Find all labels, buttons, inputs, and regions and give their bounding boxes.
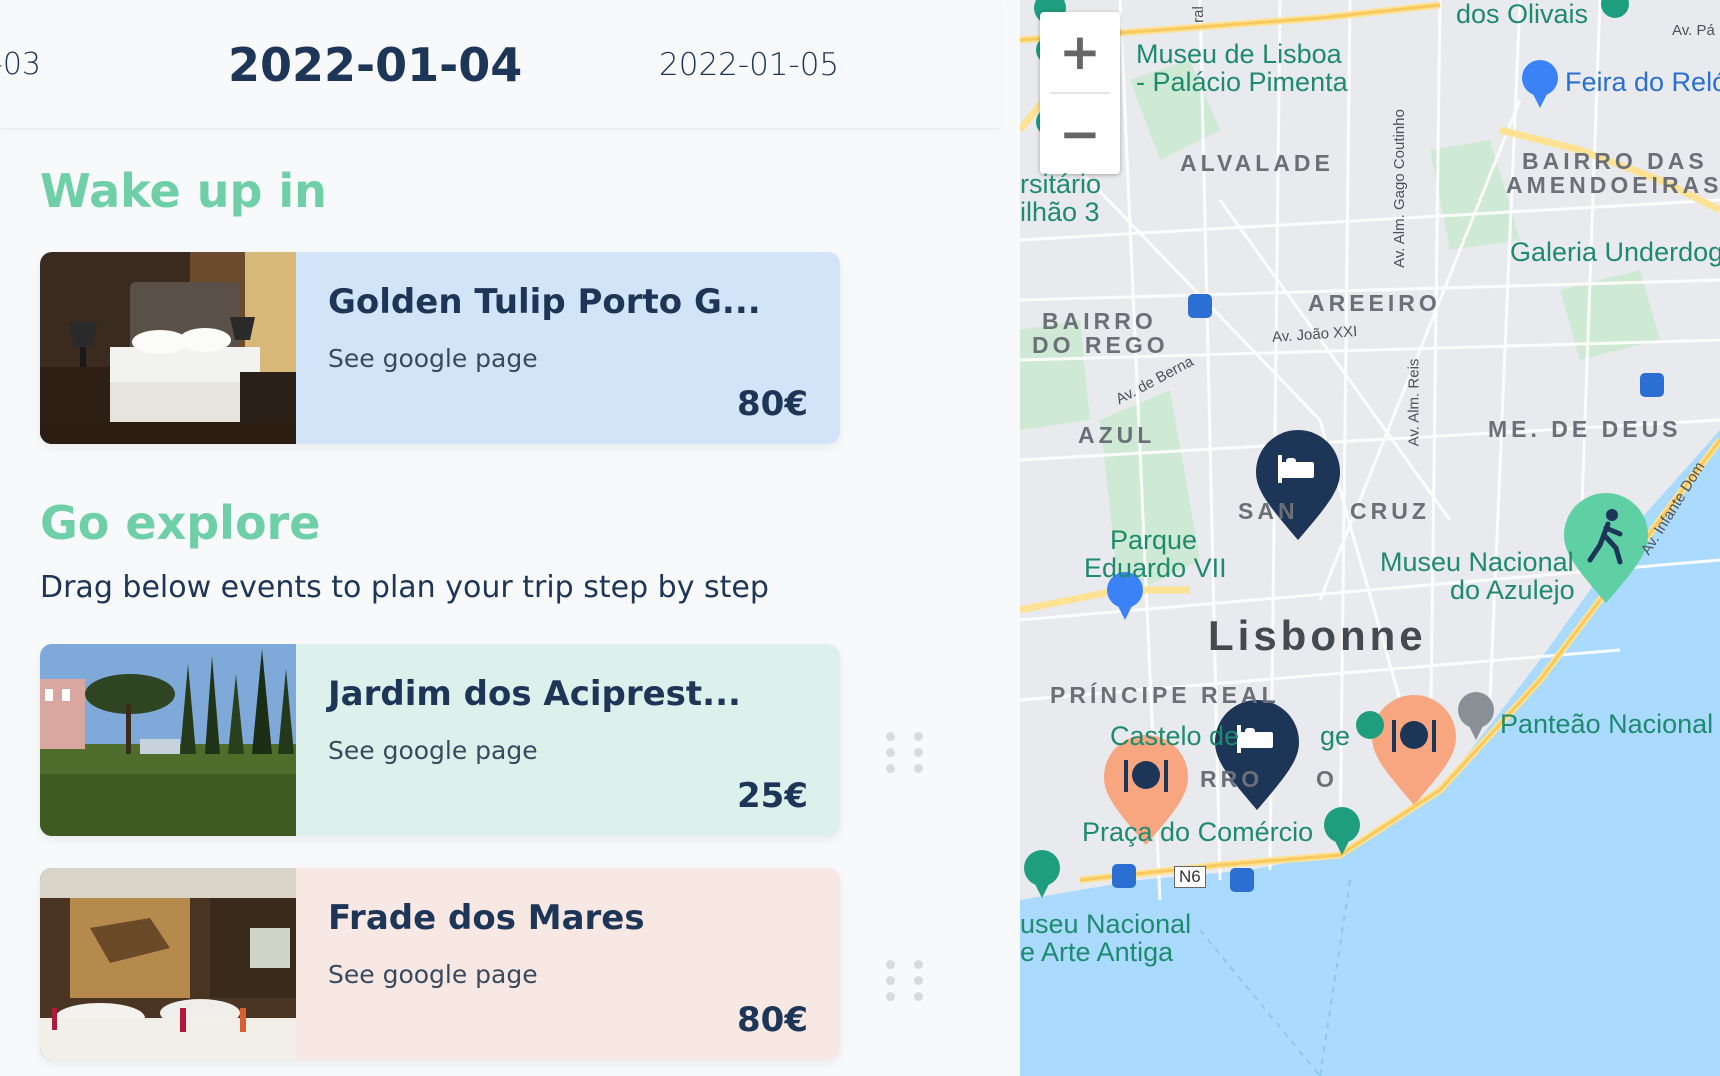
map-poi-label[interactable]: e Arte Antiga [1020,938,1173,966]
map-poi-label[interactable]: rsitário [1020,170,1101,198]
map-view[interactable]: + − Museu de Lisboa - Palácio Pimenta do… [1020,0,1720,1076]
road-badge: N6 [1174,866,1206,888]
map-poi-label[interactable]: Eduardo VII [1084,554,1227,582]
map-district-label: AZUL [1078,422,1156,448]
map-district-label: ME. DE DEUS [1488,416,1682,442]
event-price: 25€ [737,776,808,816]
map-district-label: SAN [1238,498,1299,524]
zoom-controls: + − [1040,12,1120,174]
event-photo [40,644,296,836]
hotel-info: Golden Tulip Porto G... See google page … [296,252,840,444]
map-poi-label[interactable]: Panteão Nacional [1500,710,1713,738]
event-photo [40,868,296,1060]
zoom-out-button[interactable]: − [1040,94,1120,174]
map-poi-label[interactable]: do Azulejo [1450,576,1575,604]
map-district-label: AREEIRO [1308,290,1441,316]
event-info: Frade dos Mares See google page 80€ [296,868,840,1060]
map-poi-label[interactable]: dos Olivais [1456,0,1588,28]
hotel-name: Golden Tulip Porto G... [328,282,761,322]
map-poi-label[interactable]: useu Nacional [1020,910,1191,938]
wake-up-title: Wake up in [40,164,327,218]
current-date: 2022-01-04 [228,38,523,92]
event-card[interactable]: Frade dos Mares See google page 80€ [40,868,840,1060]
map-poi-label[interactable]: - Palácio Pimenta [1136,68,1348,96]
previous-date[interactable]: -03 [0,0,41,130]
drag-handle-icon[interactable] [886,960,926,1010]
hotel-card[interactable]: Golden Tulip Porto G... See google page … [40,252,840,444]
map-street-label: ral [1189,6,1207,23]
hotel-price: 80€ [737,384,808,424]
map-poi-label[interactable]: Castelo de [1110,722,1239,750]
map-street-label: Av. Alm. Gago Coutinho [1390,109,1408,268]
map-district-label: PRÍNCIPE REAL [1050,682,1280,708]
map-poi-label[interactable]: Parque [1110,526,1197,554]
explore-instructions: Drag below events to plan your trip step… [40,570,769,605]
map-district-label: AMENDOEIRAS [1506,172,1720,198]
map-district-label: DO REGO [1032,332,1169,358]
map-poi-label[interactable]: ge [1320,722,1350,750]
next-date[interactable]: 2022-01-05 [659,0,839,130]
event-info: Jardim dos Aciprest... See google page 2… [296,644,840,836]
date-selector: -03 2022-01-04 2022-01-05 [0,0,1000,130]
map-district-label: O [1316,766,1338,792]
go-explore-title: Go explore [40,496,321,550]
map-district-label: RRO [1200,766,1264,792]
drag-handle-icon[interactable] [886,732,926,782]
event-name: Jardim dos Aciprest... [328,674,741,714]
map-street-label: Av. Pá [1672,22,1715,39]
event-google-link[interactable]: See google page [328,960,538,989]
event-price: 80€ [737,1000,808,1040]
map-poi-label[interactable]: ilhão 3 [1020,198,1100,226]
planner-panel: -03 2022-01-04 2022-01-05 Wake up in [0,0,1020,1076]
hotel-google-link[interactable]: See google page [328,344,538,373]
event-google-link[interactable]: See google page [328,736,538,765]
zoom-in-button[interactable]: + [1040,12,1120,92]
map-street-label: Av. Alm. Reis [1405,358,1423,447]
map-district-label: BAIRRO DAS [1522,148,1708,174]
map-poi-label[interactable]: Museu Nacional [1380,548,1574,576]
map-city-label: Lisbonne [1208,612,1427,659]
map-district-label: ALVALADE [1180,150,1334,176]
map-poi-label[interactable]: Praça do Comércio [1082,818,1313,846]
event-name: Frade dos Mares [328,898,645,938]
event-card[interactable]: Jardim dos Aciprest... See google page 2… [40,644,840,836]
map-district-label: CRUZ [1350,498,1430,524]
map-poi-label[interactable]: Museu de Lisboa [1136,40,1342,68]
map-district-label: BAIRRO [1042,308,1157,334]
map-poi-label[interactable]: Feira do Relógio [1565,68,1720,96]
hotel-photo [40,252,296,444]
map-poi-label[interactable]: Galeria Underdog [1510,238,1720,266]
